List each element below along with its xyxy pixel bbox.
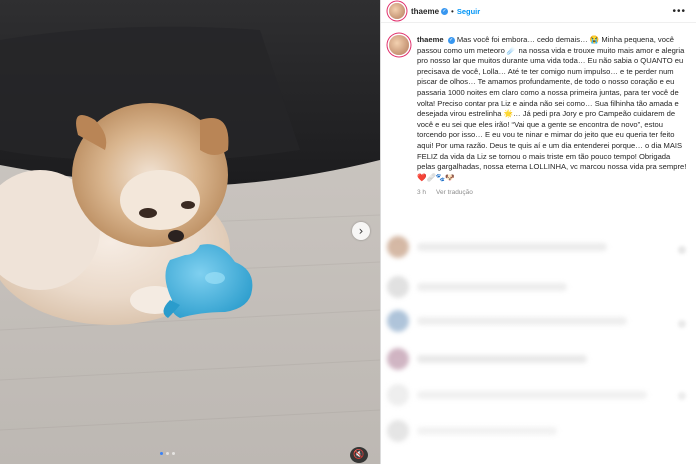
caption-avatar[interactable] (389, 35, 409, 55)
caption-username[interactable]: thaeme (417, 35, 444, 44)
post-header: thaeme ✓ • Seguir ••• (381, 0, 696, 23)
post-time: 3 h (417, 189, 427, 197)
post-media[interactable]: › 🔇 (0, 0, 380, 464)
translate-link[interactable]: Ver tradução (436, 189, 473, 196)
verified-badge-icon: ✓ (441, 7, 449, 15)
comments-list[interactable] (381, 232, 696, 464)
caption-meta: 3 h Ver tradução (417, 189, 696, 196)
carousel-dot (172, 452, 175, 455)
chevron-right-icon: › (358, 224, 364, 238)
blur-overlay (381, 232, 696, 464)
post-details-panel: thaeme ✓ • Seguir ••• thaeme ✓ Mas você … (381, 0, 696, 464)
speaker-muted-icon: 🔇 (353, 450, 365, 460)
puppy-photo (0, 0, 380, 464)
mute-button[interactable]: 🔇 (350, 447, 368, 463)
carousel-dot (166, 452, 169, 455)
author-username[interactable]: thaeme (411, 7, 439, 16)
separator-dot: • (451, 6, 454, 16)
next-media-button[interactable]: › (352, 222, 370, 240)
caption-text: thaeme ✓ Mas você foi embora… cedo demai… (417, 35, 687, 183)
follow-button[interactable]: Seguir (457, 7, 480, 16)
carousel-dot (160, 452, 163, 455)
caption-block: thaeme ✓ Mas você foi embora… cedo demai… (381, 23, 696, 183)
more-options-icon[interactable]: ••• (672, 6, 686, 17)
caption-body: Mas você foi embora… cedo demais… 😭 Minh… (417, 35, 687, 182)
carousel-dots (160, 452, 175, 455)
avatar[interactable] (389, 3, 405, 19)
verified-badge-icon: ✓ (447, 36, 455, 44)
